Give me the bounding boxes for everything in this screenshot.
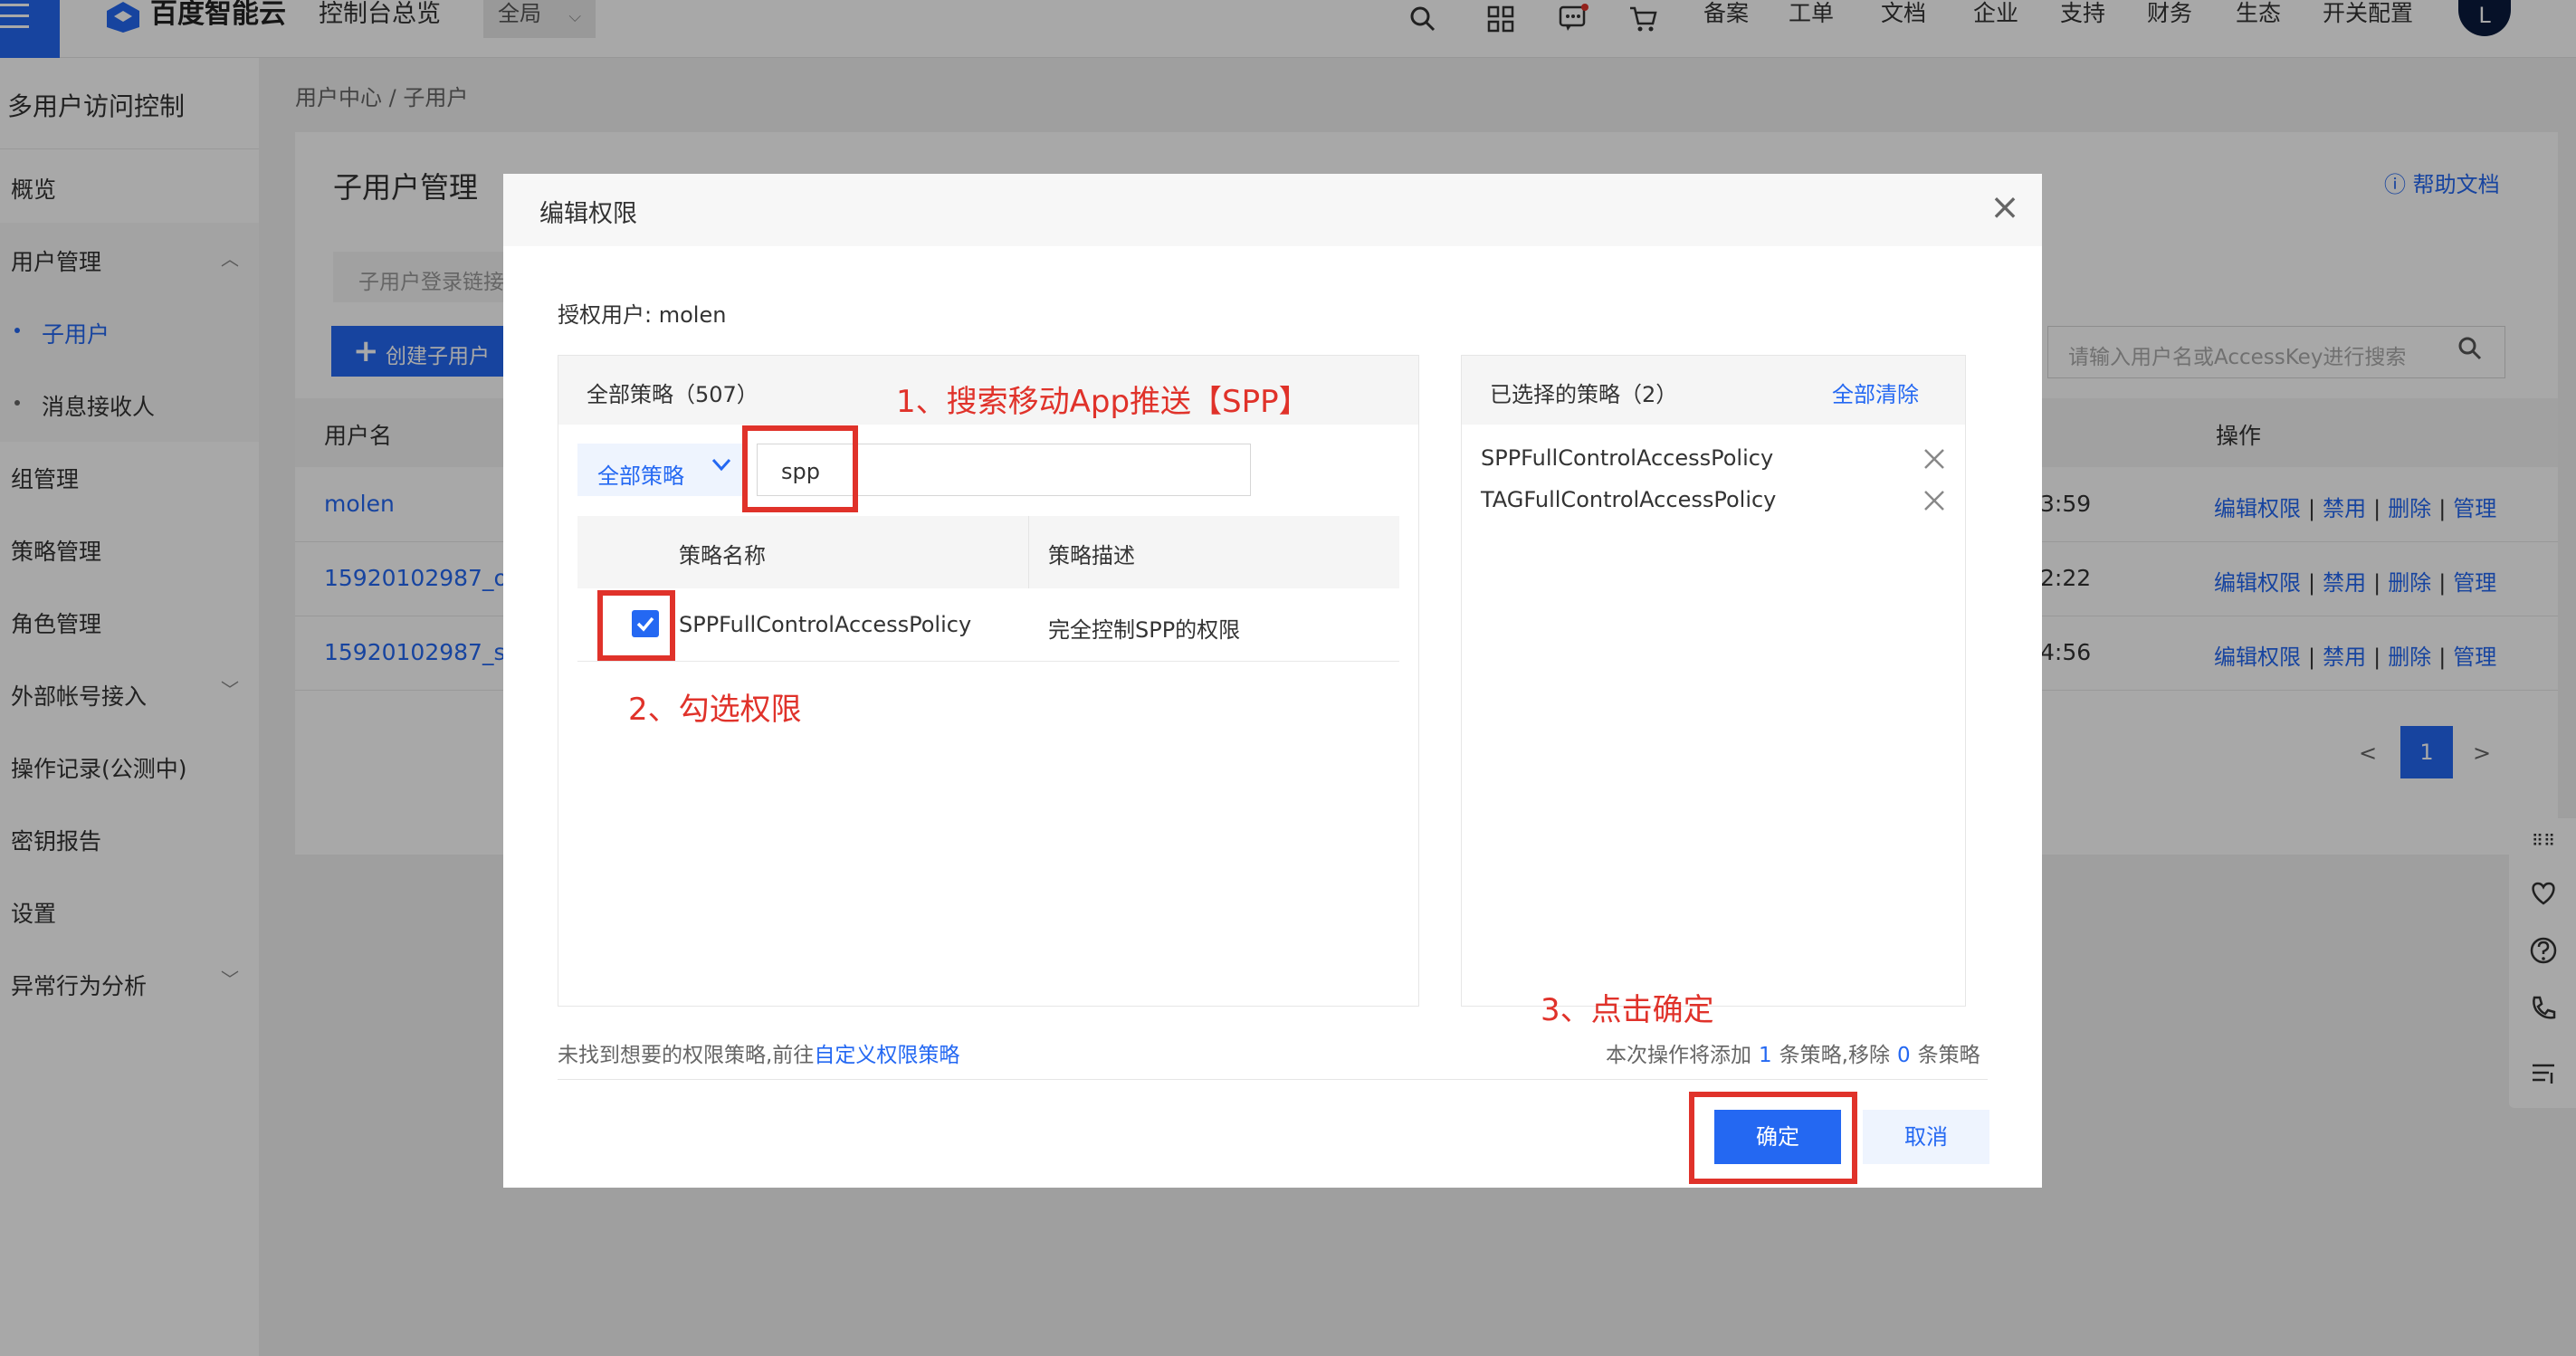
policy-type-value: 全部策略: [597, 463, 684, 489]
column-divider: [1028, 516, 1029, 588]
not-found-hint: 未找到想要的权限策略,前往自定义权限策略: [558, 1037, 959, 1068]
row-divider: [577, 661, 1399, 662]
column-header-policy-desc: 策略描述: [1048, 543, 1135, 568]
close-icon[interactable]: ×: [1988, 189, 2022, 226]
clear-all-button[interactable]: 全部清除: [1832, 377, 1919, 408]
remove-count: 0: [1896, 1044, 1911, 1067]
annotation-step3: 3、点击确定: [1541, 992, 1714, 1028]
policy-row-desc: 完全控制SPP的权限: [1048, 617, 1241, 643]
policy-type-select[interactable]: 全部策略: [577, 444, 742, 496]
selected-policies-title: 已选择的策略（2）: [1490, 382, 1678, 407]
annotation-step2: 2、勾选权限: [628, 692, 802, 728]
close-icon[interactable]: [1921, 487, 1948, 514]
column-header-policy-name: 策略名称: [679, 543, 766, 568]
summary-text: 本次操作将添加: [1606, 1044, 1751, 1067]
dialog-title: 编辑权限: [539, 200, 637, 228]
close-icon[interactable]: [1921, 445, 1948, 473]
add-count: 1: [1759, 1044, 1772, 1067]
auth-user-label: 授权用户: molen: [558, 302, 727, 328]
selected-policy-item: TAGFullControlAccessPolicy: [1481, 487, 1777, 512]
annotation-box-search: [742, 425, 858, 512]
cancel-button[interactable]: 取消: [1863, 1110, 1989, 1164]
operation-summary: 本次操作将添加 1 条策略,移除 0 条策略: [1606, 1037, 1980, 1068]
annotation-step1: 1、搜索移动App推送【SPP】: [896, 384, 1310, 420]
not-found-text: 未找到想要的权限策略,前往: [558, 1044, 815, 1067]
annotation-box-checkbox: [597, 590, 675, 661]
dialog-header: [503, 174, 2042, 246]
custom-policy-link[interactable]: 自定义权限策略: [814, 1044, 959, 1067]
summary-text: 条策略,移除: [1779, 1044, 1890, 1067]
summary-text: 条策略: [1917, 1044, 1980, 1067]
selected-policy-item: SPPFullControlAccessPolicy: [1481, 445, 1774, 471]
policy-row-name: SPPFullControlAccessPolicy: [679, 612, 972, 637]
footer-divider: [558, 1079, 1988, 1080]
all-policies-title: 全部策略（507）: [587, 382, 758, 407]
annotation-box-confirm: [1689, 1092, 1857, 1184]
chevron-down-icon: [711, 458, 731, 472]
